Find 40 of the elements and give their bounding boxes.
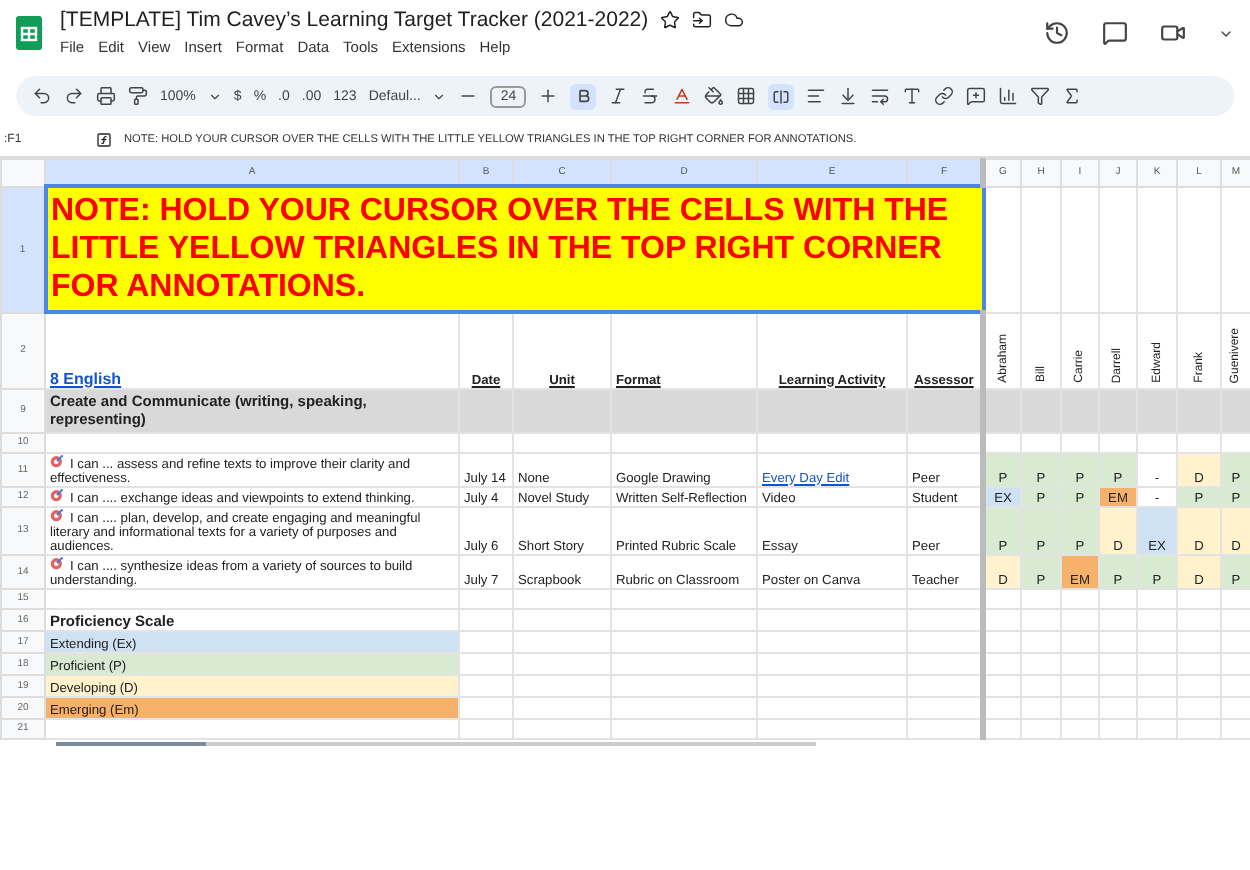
italic-icon[interactable] bbox=[608, 86, 629, 106]
text-color-icon[interactable] bbox=[672, 86, 693, 106]
caret-icon[interactable] bbox=[432, 89, 447, 103]
filter-icon[interactable] bbox=[1030, 86, 1051, 106]
add-comment-icon[interactable] bbox=[966, 86, 987, 106]
plus-icon[interactable] bbox=[538, 86, 559, 106]
wrap-icon[interactable] bbox=[870, 86, 891, 106]
history-icon[interactable] bbox=[1044, 20, 1070, 46]
fill-color-icon[interactable] bbox=[704, 86, 725, 106]
target-icon bbox=[50, 488, 64, 501]
star-icon[interactable] bbox=[660, 10, 681, 30]
sheets-logo[interactable] bbox=[16, 16, 42, 50]
strikethrough-icon[interactable] bbox=[640, 86, 661, 106]
document-title[interactable]: [TEMPLATE] Tim Cavey’s Learning Target Tracker (2021-2022) bbox=[60, 8, 649, 32]
bold-button[interactable] bbox=[570, 83, 597, 109]
text-rotation-icon[interactable] bbox=[902, 86, 923, 106]
borders-icon[interactable] bbox=[736, 86, 757, 106]
merge-button[interactable] bbox=[768, 83, 795, 109]
video-icon[interactable] bbox=[1160, 20, 1186, 46]
function-icon bbox=[96, 132, 112, 148]
paint-format-icon[interactable] bbox=[128, 86, 148, 106]
sheet-title-link[interactable]: 8 English bbox=[45, 312, 459, 388]
print-icon[interactable] bbox=[96, 86, 116, 106]
note-cell[interactable]: NOTE: HOLD YOUR CURSOR OVER THE CELLS WITH THE LITTLE YELLOW TRIANGLES IN THE TOP RIGHT CORNER FOR ANNOTATIONS. bbox=[45, 186, 983, 312]
link-icon[interactable] bbox=[934, 86, 955, 106]
horizontal-scrollbar[interactable] bbox=[56, 741, 816, 745]
undo-icon[interactable] bbox=[32, 86, 52, 106]
target-icon bbox=[50, 508, 64, 521]
bold-icon bbox=[575, 88, 592, 104]
sum-icon[interactable] bbox=[1062, 86, 1083, 106]
align-left-icon[interactable] bbox=[806, 86, 827, 106]
folder-icon[interactable] bbox=[692, 10, 713, 30]
redo-icon[interactable] bbox=[64, 86, 84, 106]
chart-icon[interactable] bbox=[998, 86, 1019, 106]
cloud-icon[interactable] bbox=[724, 10, 745, 30]
caret-icon[interactable] bbox=[207, 89, 222, 103]
vertical-align-icon[interactable] bbox=[838, 86, 859, 106]
comment-icon[interactable] bbox=[1102, 20, 1128, 46]
target-icon bbox=[50, 556, 64, 569]
merge-icon bbox=[772, 87, 791, 105]
